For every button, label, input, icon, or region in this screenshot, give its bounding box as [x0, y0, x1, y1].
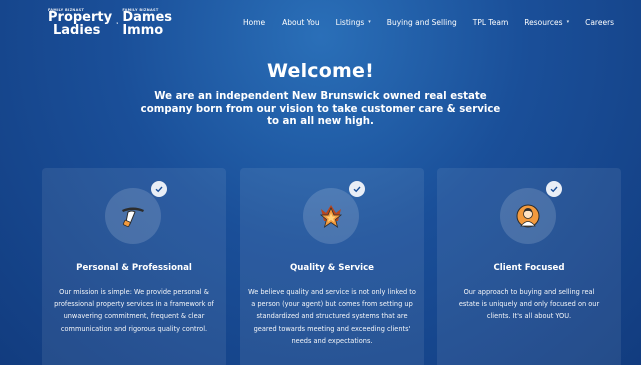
house-logo-icon	[116, 22, 119, 24]
nav-tpl-team-label: TPL Team	[472, 17, 509, 27]
icon-circle	[303, 188, 359, 244]
brand-left-line2: Ladies	[53, 22, 101, 38]
chevron-down-icon: ▾	[368, 19, 371, 25]
icon-circle	[105, 188, 161, 244]
check-icon	[349, 181, 365, 197]
check-icon	[546, 181, 562, 197]
page-title: Welcome!	[267, 60, 374, 82]
brand-right-tagline: FAMILY BIZNAST	[122, 7, 159, 12]
feature-card-client: Client Focused Our approach to buying an…	[437, 168, 621, 365]
brand-right-text: FAMILY BIZNAST Dames Immo	[122, 7, 172, 38]
nav-about-you[interactable]: About You	[282, 18, 320, 27]
nav-careers-label: Careers	[585, 17, 615, 27]
brand-right-line2: Immo	[122, 22, 164, 38]
nav-resources-label: Resources	[524, 17, 563, 27]
brand-left-tagline: FAMILY BIZNAST	[48, 7, 85, 12]
nav-home-label: Home	[243, 17, 266, 27]
feature-card-personal: Personal & Professional Our mission is s…	[42, 168, 226, 365]
nav-listings[interactable]: Listings ▾	[336, 18, 371, 27]
nav-tpl-team[interactable]: TPL Team	[473, 18, 509, 27]
client-person-icon	[516, 204, 540, 228]
main-nav: Home About You Listings ▾ Buying and Sel…	[243, 15, 614, 29]
brand-left-text: FAMILY BIZNAST Property Ladies	[48, 7, 112, 38]
card-body: We believe quality and service is not on…	[248, 288, 416, 345]
nav-resources[interactable]: Resources ▾	[524, 18, 569, 27]
feature-card-quality: Quality & Service We believe quality and…	[240, 168, 424, 365]
icon-circle	[500, 188, 556, 244]
hero-subtitle: We are an independent New Brunswick owne…	[140, 91, 501, 127]
site-header: FAMILY BIZNAST Property Ladies FAMILY BI…	[0, 0, 641, 45]
card-title: Quality & Service	[289, 263, 375, 273]
brand-logo[interactable]: FAMILY BIZNAST Property Ladies FAMILY BI…	[48, 7, 172, 38]
card-body: Our approach to buying and selling real …	[458, 288, 600, 321]
page: FAMILY BIZNAST Property Ladies FAMILY BI…	[0, 0, 641, 365]
check-icon	[151, 181, 167, 197]
nav-careers[interactable]: Careers	[585, 18, 614, 27]
nav-listings-label: Listings	[335, 17, 365, 27]
star-badge-icon	[319, 205, 343, 228]
card-body: Our mission is simple: We provide person…	[54, 288, 214, 333]
nav-about-you-label: About You	[282, 17, 320, 27]
nav-buying-selling-label: Buying and Selling	[386, 17, 457, 27]
card-title: Client Focused	[493, 263, 565, 273]
chevron-down-icon: ▾	[566, 19, 570, 25]
serving-tray-hand-icon	[122, 207, 144, 228]
card-title: Personal & Professional	[76, 263, 192, 273]
nav-home[interactable]: Home	[243, 18, 265, 27]
nav-buying-selling[interactable]: Buying and Selling	[387, 18, 457, 27]
